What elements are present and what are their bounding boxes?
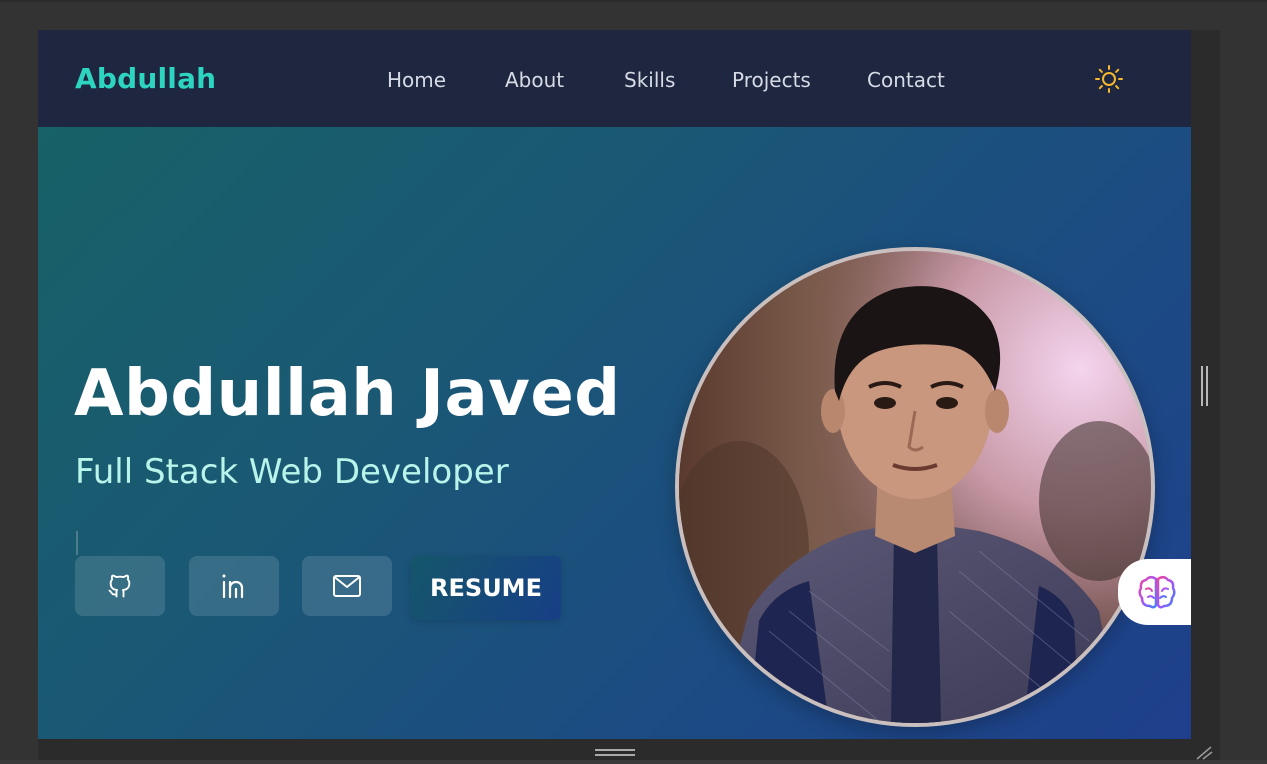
sun-icon bbox=[1095, 65, 1123, 93]
hero-section: Abdullah Javed Full Stack Web Developer … bbox=[38, 127, 1191, 739]
brand-logo[interactable]: Abdullah bbox=[75, 62, 216, 95]
navbar: Abdullah Home About Skills Projects Cont… bbox=[38, 30, 1191, 127]
github-icon bbox=[108, 574, 131, 598]
vertical-splitter-handle[interactable] bbox=[1200, 366, 1210, 406]
horizontal-resize-handle[interactable] bbox=[595, 749, 635, 757]
resume-button[interactable]: RESUME bbox=[411, 556, 561, 620]
nav-link-skills[interactable]: Skills bbox=[624, 68, 675, 92]
profile-photo-frame bbox=[675, 247, 1155, 727]
github-button[interactable] bbox=[75, 556, 165, 616]
mail-icon bbox=[333, 575, 361, 597]
resize-corner-icon[interactable] bbox=[1195, 744, 1215, 760]
nav-link-projects[interactable]: Projects bbox=[732, 68, 811, 92]
hero-role: Full Stack Web Developer bbox=[75, 452, 509, 492]
theme-toggle-button[interactable] bbox=[1094, 64, 1124, 94]
nav-link-contact[interactable]: Contact bbox=[867, 68, 945, 92]
nav-link-home[interactable]: Home bbox=[387, 68, 446, 92]
email-button[interactable] bbox=[302, 556, 392, 616]
linkedin-icon bbox=[222, 574, 244, 599]
ai-assistant-button[interactable] bbox=[1118, 559, 1191, 625]
typing-caret bbox=[76, 531, 78, 555]
hero-name: Abdullah Javed bbox=[74, 357, 621, 431]
profile-photo bbox=[679, 251, 1151, 723]
page-viewport: Abdullah Home About Skills Projects Cont… bbox=[38, 30, 1191, 739]
brain-icon bbox=[1138, 576, 1176, 609]
linkedin-button[interactable] bbox=[189, 556, 279, 616]
nav-link-about[interactable]: About bbox=[505, 68, 564, 92]
